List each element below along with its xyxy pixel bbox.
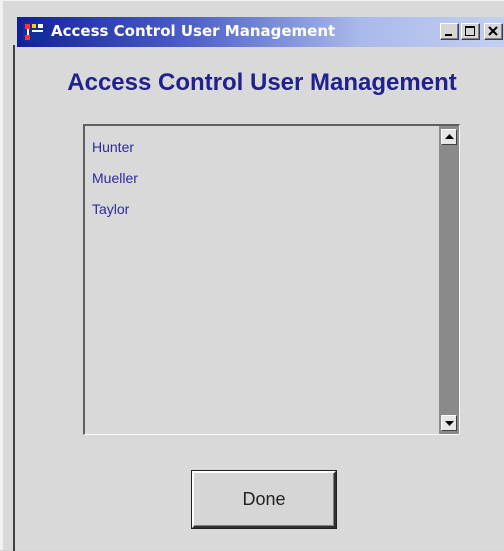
- close-icon: [488, 26, 498, 36]
- minimize-icon: [445, 34, 452, 36]
- window-edge: [13, 45, 15, 551]
- maximize-button[interactable]: [461, 23, 480, 40]
- user-list[interactable]: Hunter Mueller Taylor: [83, 124, 460, 435]
- window-title: Access Control User Management: [51, 22, 336, 40]
- page-title: Access Control User Management: [67, 69, 457, 96]
- list-item-user[interactable]: Hunter: [92, 136, 432, 167]
- list-item-user[interactable]: Taylor: [92, 198, 432, 229]
- scroll-down-button[interactable]: [441, 415, 457, 431]
- scroll-down-arrow-icon: [445, 421, 454, 426]
- scrollbar-track[interactable]: [439, 126, 459, 434]
- title-bar[interactable]: Access Control User Management: [17, 17, 504, 47]
- user-list-items: Hunter Mueller Taylor: [92, 136, 432, 229]
- minimize-button[interactable]: [440, 23, 459, 40]
- done-button[interactable]: Done: [192, 471, 336, 528]
- list-item-user[interactable]: Mueller: [92, 167, 432, 198]
- app-icon: [23, 22, 45, 42]
- maximize-icon: [465, 26, 475, 36]
- close-button[interactable]: [484, 23, 503, 40]
- vertical-scrollbar[interactable]: [439, 126, 459, 434]
- scroll-up-button[interactable]: [441, 129, 457, 145]
- dialog-window: Access Control User Management Access Co…: [0, 0, 504, 551]
- scroll-up-arrow-icon: [445, 134, 454, 139]
